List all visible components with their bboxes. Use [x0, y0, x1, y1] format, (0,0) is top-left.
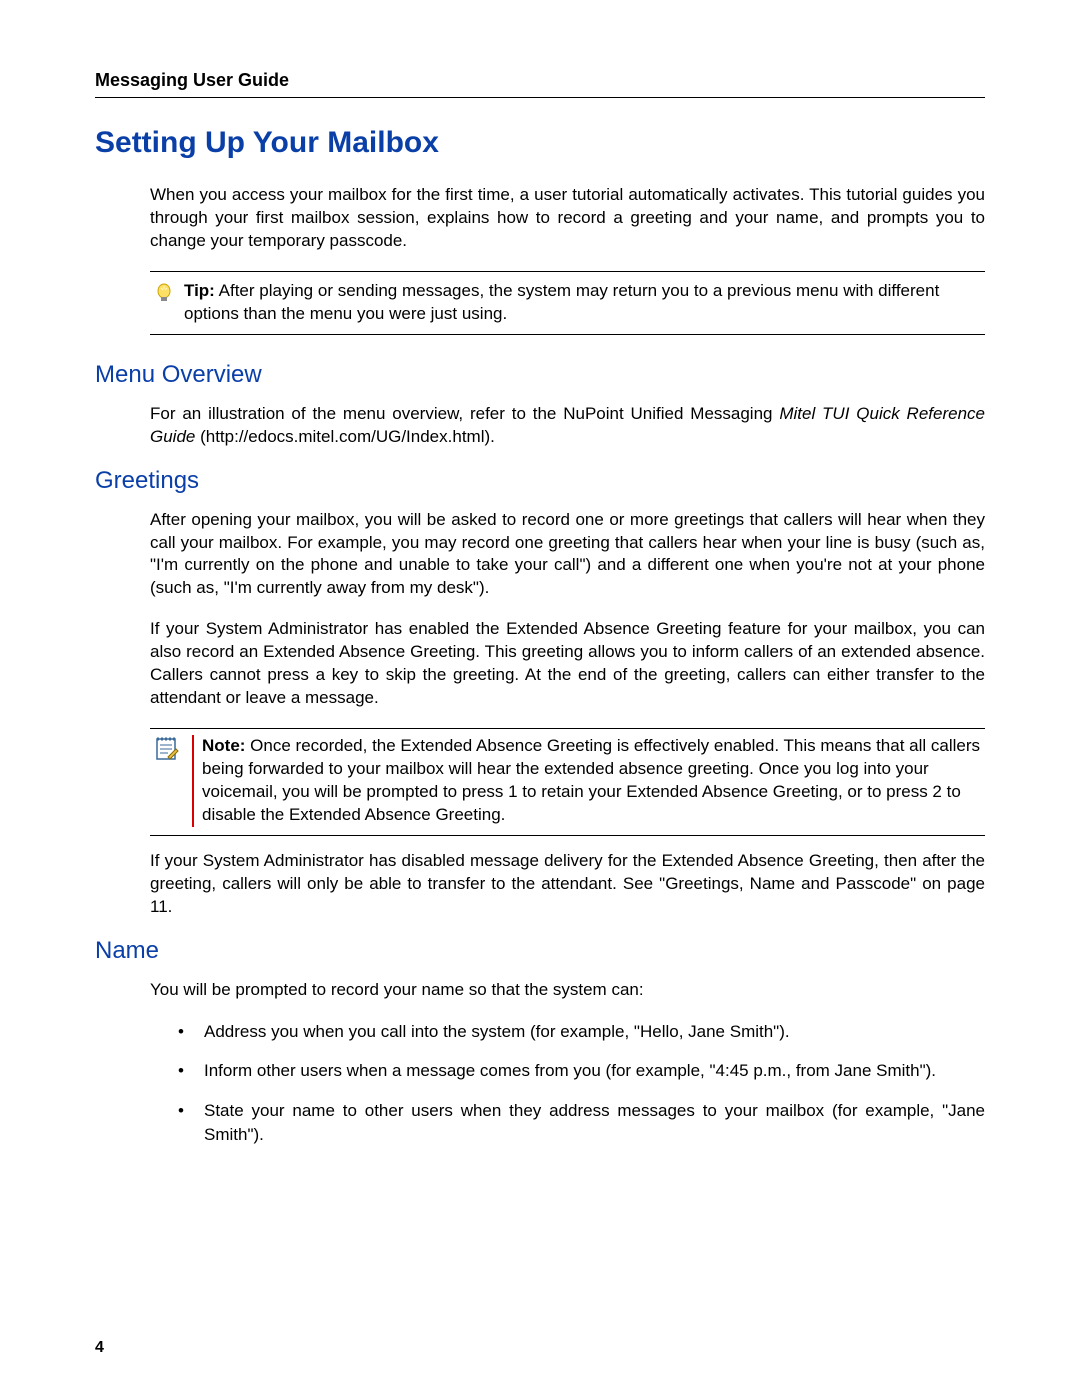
greetings-p2: If your System Administrator has enabled… — [150, 618, 985, 710]
tip-body: After playing or sending messages, the s… — [184, 281, 939, 323]
section-heading-name: Name — [95, 937, 985, 965]
tip-label: Tip: — [184, 281, 215, 300]
greetings-p3: If your System Administrator has disable… — [150, 850, 985, 919]
name-bullet-list: Address you when you call into the syste… — [178, 1020, 985, 1147]
lightbulb-icon — [154, 280, 174, 326]
note-body: Note: Once recorded, the Extended Absenc… — [192, 735, 981, 827]
note-label: Note: — [202, 736, 245, 755]
mo-suffix: (http://edocs.mitel.com/UG/Index.html). — [195, 427, 494, 446]
list-item: Inform other users when a message comes … — [178, 1059, 985, 1083]
menu-overview-paragraph: For an illustration of the menu overview… — [150, 403, 985, 449]
document-page: Messaging User Guide Setting Up Your Mai… — [0, 0, 1080, 1397]
name-body: You will be prompted to record your name… — [150, 979, 985, 1147]
greetings-p1: After opening your mailbox, you will be … — [150, 509, 985, 601]
intro-paragraph: When you access your mailbox for the fir… — [150, 184, 985, 253]
tip-text: Tip: After playing or sending messages, … — [184, 280, 981, 326]
page-title: Setting Up Your Mailbox — [95, 126, 985, 160]
note-callout: Note: Once recorded, the Extended Absenc… — [150, 728, 985, 836]
mo-prefix: For an illustration of the menu overview… — [150, 404, 779, 423]
section-heading-menu-overview: Menu Overview — [95, 361, 985, 389]
section-heading-greetings: Greetings — [95, 467, 985, 495]
list-item: State your name to other users when they… — [178, 1099, 985, 1147]
page-number: 4 — [95, 1339, 104, 1357]
tip-callout: Tip: After playing or sending messages, … — [150, 271, 985, 335]
header-rule — [95, 97, 985, 98]
note-icon — [154, 735, 180, 827]
list-item: Address you when you call into the syste… — [178, 1020, 985, 1044]
name-intro: You will be prompted to record your name… — [150, 979, 985, 1002]
menu-overview-body: For an illustration of the menu overview… — [150, 403, 985, 449]
note-text-body: Once recorded, the Extended Absence Gree… — [202, 736, 980, 824]
running-head: Messaging User Guide — [95, 70, 985, 91]
intro-block: When you access your mailbox for the fir… — [150, 184, 985, 335]
greetings-body: After opening your mailbox, you will be … — [150, 509, 985, 919]
